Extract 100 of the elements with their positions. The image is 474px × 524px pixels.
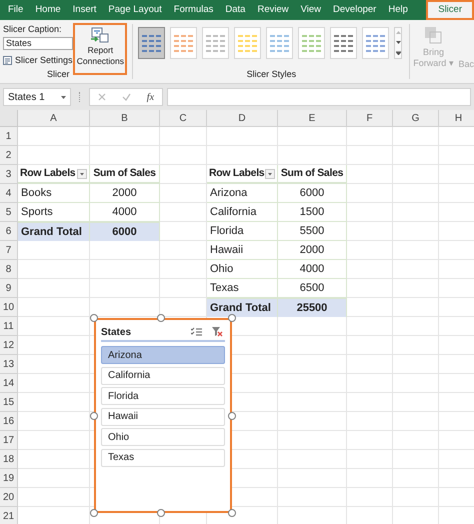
ribbon-tab[interactable]: Home: [29, 0, 67, 20]
slicer-settings-button[interactable]: Slicer Settings: [3, 54, 74, 68]
grand-total-cell: Grand Total: [18, 222, 90, 241]
multi-select-icon[interactable]: [191, 327, 202, 337]
resize-handle[interactable]: [157, 314, 165, 322]
row-header[interactable]: 13: [0, 355, 18, 374]
clear-filter-icon[interactable]: [212, 327, 223, 337]
slicer-item[interactable]: Florida: [101, 387, 225, 405]
row-header[interactable]: 21: [0, 507, 18, 524]
pivot-cell: Texas: [207, 279, 278, 298]
connections-icon: [90, 27, 110, 45]
column-header[interactable]: B: [90, 110, 160, 127]
column-header[interactable]: D: [207, 110, 278, 127]
row-header[interactable]: 6: [0, 222, 18, 241]
row-header[interactable]: 11: [0, 317, 18, 336]
column-header[interactable]: C: [160, 110, 207, 127]
resize-handle[interactable]: [90, 314, 98, 322]
ribbon-tab[interactable]: View: [294, 0, 328, 20]
ribbon-tab[interactable]: Page Layout: [102, 0, 168, 20]
ribbon-tab[interactable]: Formulas: [168, 0, 220, 20]
ribbon-tab[interactable]: Help: [382, 0, 414, 20]
layers-icon: [424, 26, 442, 44]
ribbon-tab[interactable]: File: [2, 0, 30, 20]
row-header[interactable]: 19: [0, 469, 18, 488]
dropdown-arrow-icon: [61, 96, 66, 98]
row-header[interactable]: 20: [0, 488, 18, 507]
resize-handle[interactable]: [228, 314, 236, 322]
slicer-item[interactable]: Ohio: [101, 428, 225, 446]
row-header[interactable]: 2: [0, 146, 18, 165]
group-label: Slicer Styles: [246, 68, 298, 81]
row-header[interactable]: 10: [0, 298, 18, 317]
ribbon-tab[interactable]: Data: [219, 0, 252, 20]
pivot-header-cell: Sum of Sales: [90, 165, 160, 184]
pivot-cell: 1500: [278, 203, 347, 222]
resize-handle[interactable]: [90, 509, 98, 517]
column-header[interactable]: H: [439, 110, 474, 127]
settings-list-icon: [3, 56, 12, 66]
gallery-scroll-buttons[interactable]: [394, 27, 402, 59]
row-header[interactable]: 1: [0, 127, 18, 146]
row-header[interactable]: 5: [0, 203, 18, 222]
resize-handle[interactable]: [228, 509, 236, 517]
ribbon-tab[interactable]: Developer: [327, 0, 382, 20]
grand-total-cell: Grand Total: [207, 298, 278, 317]
pivot-cell: Books: [18, 184, 90, 203]
row-header[interactable]: 4: [0, 184, 18, 203]
resize-handle[interactable]: [90, 412, 98, 420]
pivot-header-cell: Row Labels: [18, 165, 90, 184]
pivot-cell: 2000: [278, 241, 347, 260]
row-header[interactable]: 18: [0, 450, 18, 469]
pivot-cell: 6500: [278, 279, 347, 298]
row-header[interactable]: 17: [0, 431, 18, 450]
pivot-cell: 2000: [90, 184, 160, 203]
pivot-header-cell: Sum of Sales: [278, 165, 347, 184]
column-header[interactable]: G: [393, 110, 439, 127]
pivot-cell: 6000: [278, 184, 347, 203]
slicer-item[interactable]: Arizona: [101, 346, 225, 364]
group-label: Slicer: [46, 68, 70, 80]
slicer-item[interactable]: California: [101, 366, 225, 384]
slicer-item[interactable]: Hawaii: [101, 408, 225, 426]
row-header[interactable]: 9: [0, 279, 18, 298]
pivot-cell: 5500: [278, 222, 347, 241]
grand-total-cell: 25500: [278, 298, 347, 317]
report-connections-button[interactable]: Report Connections: [73, 23, 128, 75]
resize-handle[interactable]: [157, 509, 165, 517]
pivot-cell: California: [207, 203, 278, 222]
grand-total-cell: 6000: [90, 222, 160, 241]
ribbon-tab[interactable]: Insert: [66, 0, 102, 20]
slicer-item[interactable]: Texas: [101, 448, 225, 466]
row-header[interactable]: 7: [0, 241, 18, 260]
slicer-style-swatch[interactable]: [138, 27, 166, 59]
ribbon-tab[interactable]: Review: [251, 0, 295, 20]
column-header[interactable]: F: [347, 110, 393, 127]
row-header[interactable]: 12: [0, 336, 18, 355]
pivot-cell: 4000: [278, 260, 347, 279]
resize-handle[interactable]: [228, 412, 236, 420]
pivot-cell: 4000: [90, 203, 160, 222]
checkmark-icon[interactable]: [122, 93, 131, 101]
pivot-cell: Sports: [18, 203, 90, 222]
filter-dropdown-icon[interactable]: [77, 168, 87, 178]
pivot-cell: Hawaii: [207, 241, 278, 260]
column-header[interactable]: E: [278, 110, 347, 127]
insert-function-button[interactable]: fx: [146, 90, 154, 104]
row-header[interactable]: 8: [0, 260, 18, 279]
slicer-title: States: [101, 326, 132, 340]
name-box[interactable]: States 1: [3, 88, 71, 106]
caption-label: Slicer Caption:: [3, 23, 63, 35]
pivot-header-cell: Row Labels: [207, 165, 278, 184]
ribbon-tab[interactable]: Slicer: [426, 0, 474, 20]
pivot-cell: Arizona: [207, 184, 278, 203]
column-header[interactable]: A: [18, 110, 90, 127]
row-header[interactable]: 15: [0, 393, 18, 412]
row-header[interactable]: 3: [0, 165, 18, 184]
pivot-cell: Florida: [207, 222, 278, 241]
send-backward-label: Bac: [458, 58, 474, 71]
pivot-cell: Ohio: [207, 260, 278, 279]
filter-dropdown-icon[interactable]: [265, 168, 275, 178]
formula-input[interactable]: [167, 88, 471, 106]
caption-field[interactable]: States: [3, 37, 73, 50]
row-header[interactable]: 16: [0, 412, 18, 431]
row-header[interactable]: 14: [0, 374, 18, 393]
